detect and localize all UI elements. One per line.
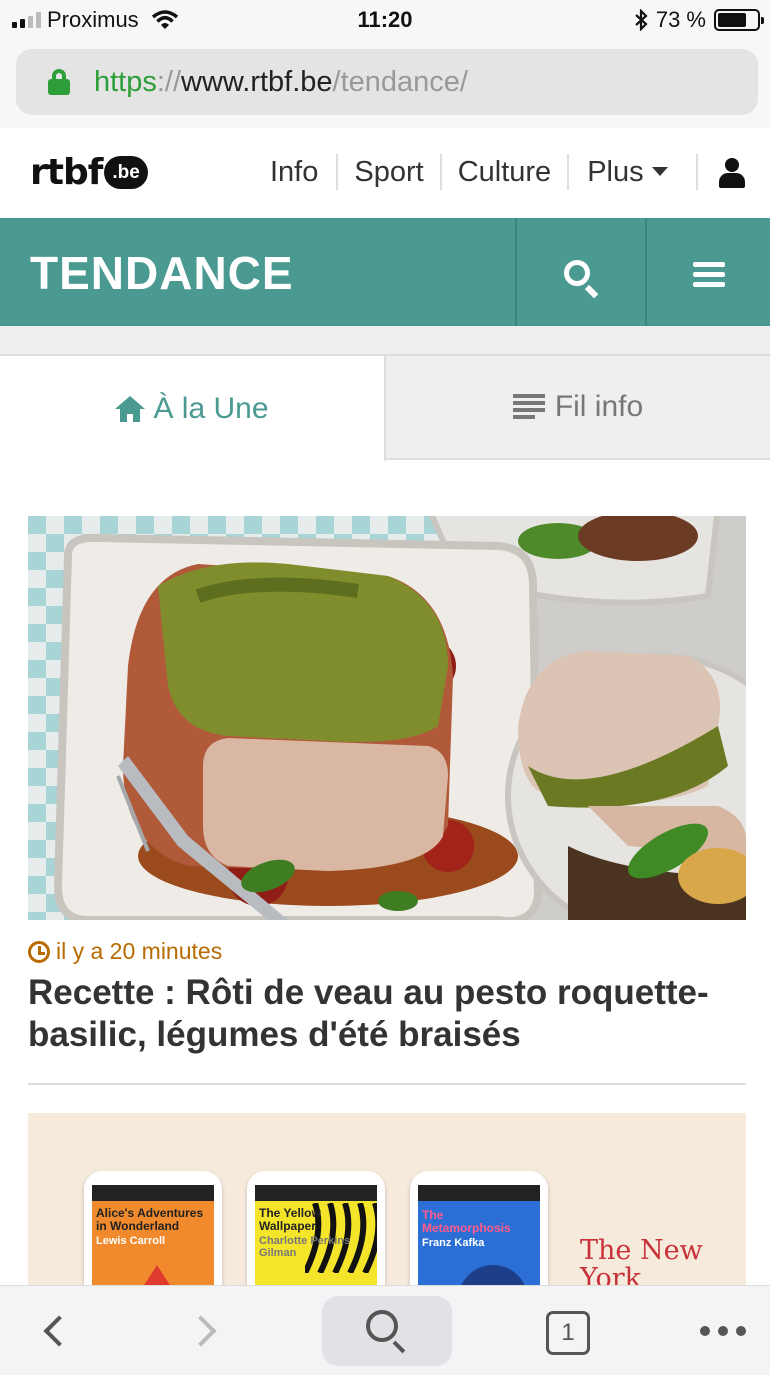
url-scheme: https [94,65,157,98]
nav-divider [567,154,570,190]
tab-bar: À la Une Fil info [0,326,770,461]
book-cover: The Metamorphosis Franz Kafka [418,1185,540,1293]
logo-text: rtbf [30,152,103,193]
logo-badge: .be [104,156,148,189]
book-author: Franz Kafka [422,1237,485,1249]
book-author: Lewis Carroll [96,1235,166,1247]
article-image-roast-veal[interactable] [28,516,746,920]
browser-toolbar: 1 [0,1285,770,1375]
lock-icon [48,69,70,95]
search-button[interactable] [517,218,645,326]
status-right: 73 % [634,7,764,33]
rtbf-logo[interactable]: rtbf .be [30,152,148,193]
status-bar: Proximus 11:20 73 % [0,0,770,40]
url-host: www.rtbf.be [181,65,333,98]
tabs-button[interactable]: 1 [546,1311,590,1355]
roast-veal-photo [28,516,746,920]
section-title[interactable]: TENDANCE [30,246,294,300]
article-divider [28,1083,746,1085]
nav-divider [695,154,698,190]
nav-item-plus[interactable]: Plus [587,155,668,189]
phone-mockup: The Yellow Wallpaper Charlotte Perkins G… [247,1171,385,1293]
book-title: The Yellow Wallpaper [259,1206,321,1233]
tab-a-la-une-label: À la Une [153,391,269,425]
toolbar-search-button[interactable] [322,1296,452,1366]
forward-button[interactable] [170,1286,240,1376]
menu-button[interactable] [647,218,770,326]
article-title[interactable]: Recette : Rôti de veau au pesto roquette… [28,972,738,1056]
url-separator: :// [156,65,182,98]
nav-divider [439,154,442,190]
bluetooth-icon [635,9,648,31]
phone-mockup: Alice's Adventures in Wonderland Lewis C… [84,1171,222,1293]
search-icon [564,260,590,286]
search-icon [366,1310,398,1342]
nav-item-culture[interactable]: Culture [458,156,552,189]
book-cover: Alice's Adventures in Wonderland Lewis C… [92,1185,214,1293]
nav-item-sport[interactable]: Sport [354,156,423,189]
nav-plus-label: Plus [587,155,644,188]
phone-mockup: The Metamorphosis Franz Kafka [410,1171,548,1293]
tab-a-la-une[interactable]: À la Une [0,354,386,461]
chevron-left-icon [43,1315,75,1347]
tab-bar-background [0,326,770,354]
more-icon[interactable] [700,1326,746,1336]
user-account-icon[interactable] [718,158,746,190]
back-button[interactable] [20,1286,90,1376]
book-author: Charlotte Perkins Gilman [259,1235,351,1259]
article-timestamp: il y a 20 minutes [28,938,222,965]
address-bar[interactable]: https://www.rtbf.be/tendance/ [16,49,758,115]
nav-item-info[interactable]: Info [270,156,318,189]
nav-divider [336,154,339,190]
browser-address-area: https://www.rtbf.be/tendance/ [0,40,770,128]
home-icon [115,395,146,422]
book-title: The Metamorphosis [422,1208,511,1235]
list-lines-icon [512,394,545,420]
battery-icon [714,9,764,31]
main-nav: Info Sport Culture Plus [270,154,698,190]
chevron-right-icon [185,1315,217,1347]
article-image-books[interactable]: Alice's Adventures in Wonderland Lewis C… [28,1113,746,1293]
caret-down-icon [651,167,668,176]
tab-fil-info-label: Fil info [554,390,644,423]
tab-fil-info[interactable]: Fil info [386,354,770,460]
book-cover: The Yellow Wallpaper Charlotte Perkins G… [255,1185,377,1293]
url-path: /tendance/ [332,65,468,98]
clock-icon [28,940,50,963]
battery-percent: 73 % [655,7,706,32]
site-header: rtbf .be Info Sport Culture Plus [0,128,770,218]
article-timestamp-text: il y a 20 minutes [56,938,223,964]
section-banner: TENDANCE [0,218,770,326]
book-title: Alice's Adventures in Wonderland [96,1206,204,1233]
